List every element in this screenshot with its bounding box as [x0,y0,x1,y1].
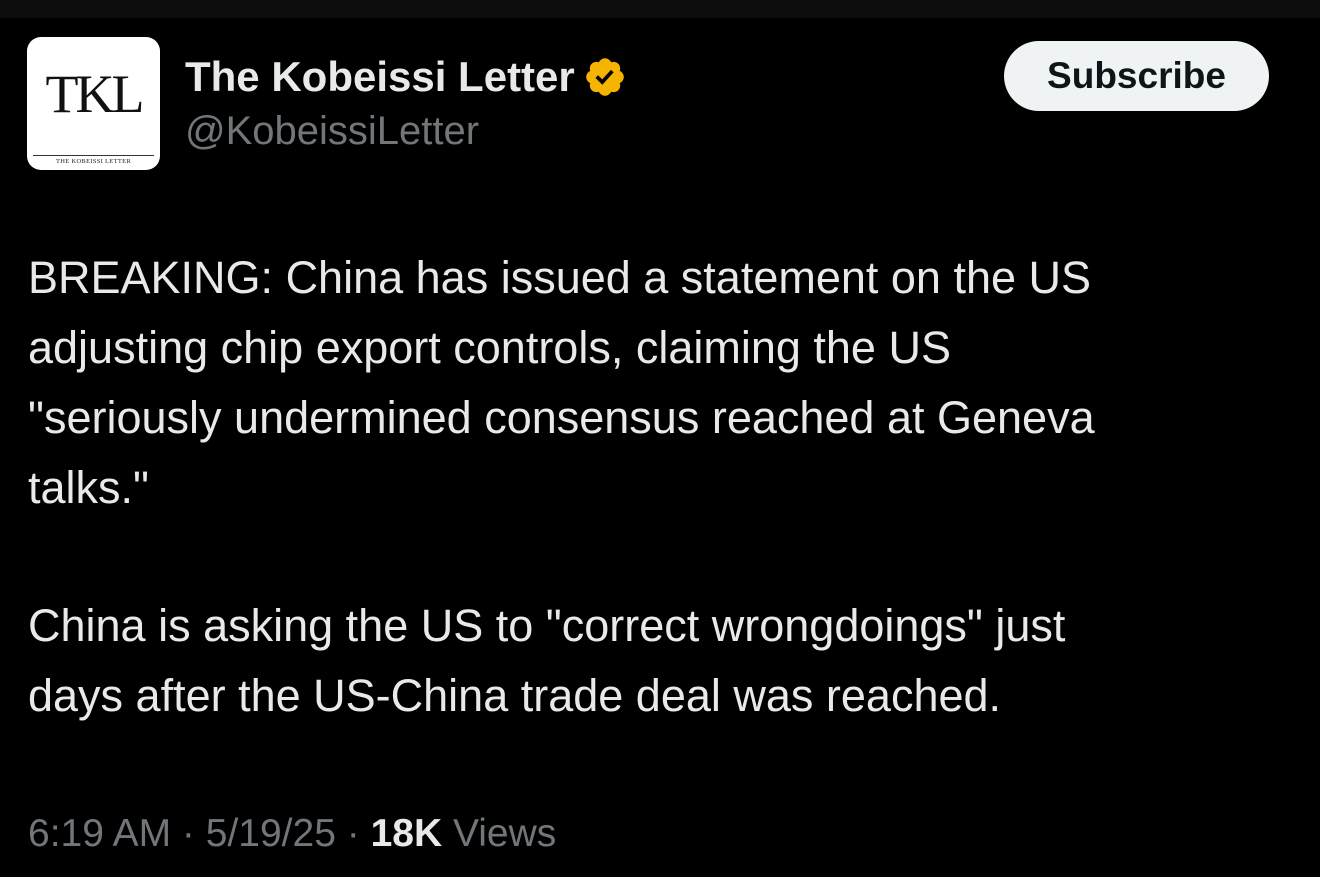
post-meta: 6:19 AM · 5/19/25 · 18K Views [28,808,556,860]
subscribe-button[interactable]: Subscribe [1004,41,1269,111]
meta-separator: · [335,812,371,855]
avatar-subtitle: THE KOBEISSI LETTER [55,158,132,165]
post-text-line: talks." [28,462,150,513]
post-text-line: China is asking the US to "correct wrong… [28,600,1066,651]
post-text-line: days after the US-China trade deal was r… [28,670,1002,721]
avatar[interactable]: TKL THE KOBEISSI LETTER [27,37,160,170]
author-name-row[interactable]: The Kobeissi Letter [185,54,627,100]
top-bar [0,0,1320,18]
post-text-line: "seriously undermined consensus reached … [28,392,1095,443]
author-display-name[interactable]: The Kobeissi Letter [185,54,575,100]
post-text-line: adjusting chip export controls, claiming… [28,322,951,373]
verified-badge-icon [585,58,624,96]
views-label: Views [442,812,557,855]
post-paragraph-2: China is asking the US to "correct wrong… [28,591,1278,731]
views-count[interactable]: 18K [371,812,443,855]
post-date[interactable]: 5/19/25 [206,812,336,855]
meta-separator: · [171,812,206,855]
post-paragraph-1: BREAKING: China has issued a statement o… [28,243,1278,523]
post-time[interactable]: 6:19 AM [28,812,171,855]
post-text-line: BREAKING: China has issued a statement o… [28,252,1092,303]
author-handle[interactable]: @KobeissiLetter [185,108,479,154]
avatar-monogram: TKL [45,64,145,124]
avatar-divider [33,155,154,156]
